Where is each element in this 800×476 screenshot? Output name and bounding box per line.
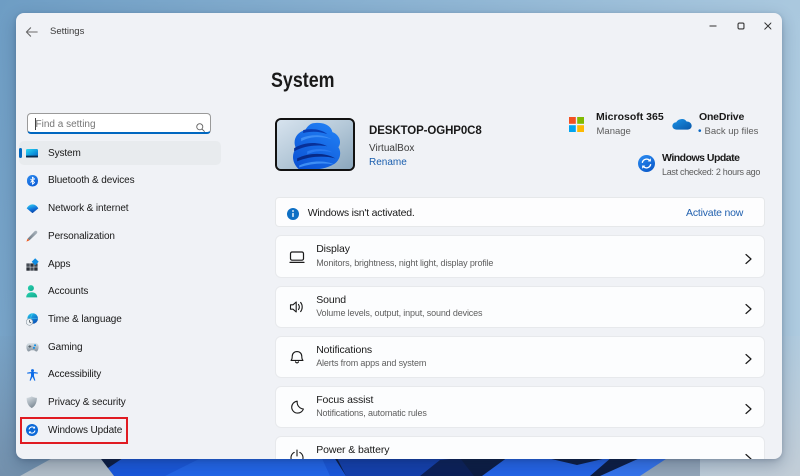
privacy-security-icon (26, 396, 39, 409)
settings-cards: Display Monitors, brightness, night light… (274, 235, 765, 459)
annotation-rectangle (20, 417, 128, 444)
minimize-button[interactable] (700, 13, 726, 39)
card-title: Sound (316, 293, 347, 306)
settings-card-sound[interactable]: Sound Volume levels, output, input, sound… (274, 285, 765, 328)
card-title: Focus assist (316, 393, 374, 406)
chevron-right-icon (745, 402, 752, 415)
chevron-right-icon (745, 301, 752, 314)
chevron-right-icon (745, 452, 752, 459)
info-icon (286, 207, 299, 220)
sidebar-item-label: Gaming (48, 341, 83, 353)
sidebar-item-label: Privacy & security (48, 396, 126, 408)
windows-update-tile-icon (637, 155, 655, 172)
device-model: VirtualBox (369, 142, 415, 154)
sidebar-item-label: Network & internet (48, 203, 129, 215)
personalization-icon (26, 230, 39, 243)
sound-icon (289, 299, 305, 315)
sidebar-item-accounts[interactable]: Accounts (19, 280, 221, 304)
card-title: Display (316, 243, 350, 256)
sidebar-nav: System Bluetooth & devices Network & inter… (18, 141, 221, 446)
window-controls (16, 13, 782, 43)
titlebar: Settings (16, 13, 782, 49)
microsoft-365-manage-link[interactable]: Manage (597, 126, 631, 137)
system-icon (26, 147, 39, 160)
settings-card-display[interactable]: Display Monitors, brightness, night light… (274, 235, 765, 278)
accessibility-icon (26, 368, 39, 381)
settings-window: Settings Find a setting System Bluetooth … (16, 13, 782, 459)
page-title: System (271, 69, 335, 92)
microsoft-365-title: Microsoft 365 (596, 110, 664, 123)
search-input[interactable]: Find a setting (26, 113, 211, 137)
sidebar-item-label: Apps (48, 258, 71, 270)
card-subtitle: Alerts from apps and system (316, 358, 427, 369)
apps-icon (25, 257, 39, 271)
banner-message: Windows isn't activated. (307, 207, 415, 219)
bullet-dot: • (698, 125, 702, 137)
focus-assist-icon (289, 399, 305, 415)
device-thumbnail (274, 117, 355, 171)
windows-update-last-checked: Last checked: 2 hours ago (662, 167, 761, 177)
gaming-icon (25, 341, 39, 354)
search-placeholder: Find a setting (35, 118, 96, 130)
accounts-icon (26, 285, 39, 298)
activate-now-link[interactable]: Activate now (686, 207, 743, 219)
bluetooth-icon (26, 174, 39, 187)
sidebar-item-label: Time & language (48, 313, 122, 325)
card-subtitle: Volume levels, output, input, sound devi… (316, 308, 483, 319)
sidebar-item-bluetooth-devices[interactable]: Bluetooth & devices (19, 169, 221, 193)
settings-card-power-battery[interactable]: Power & battery (274, 436, 765, 459)
sidebar-item-accessibility[interactable]: Accessibility (19, 363, 221, 387)
rename-link[interactable]: Rename (369, 157, 407, 168)
power-icon (289, 449, 305, 459)
chevron-right-icon (745, 251, 752, 264)
settings-card-notifications[interactable]: Notifications Alerts from apps and system (274, 335, 765, 379)
onedrive-title: OneDrive (699, 110, 745, 123)
onedrive-backup-link[interactable]: • Back up files (698, 126, 758, 137)
settings-card-focus-assist[interactable]: Focus assist Notifications, automatic rul… (274, 385, 765, 429)
card-subtitle: Notifications, automatic rules (316, 408, 427, 419)
activation-banner: Windows isn't activated. Activate now (274, 197, 766, 227)
microsoft-365-logo (569, 117, 584, 132)
sidebar-item-label: Accessibility (48, 369, 102, 381)
card-subtitle: Monitors, brightness, night light, displ… (316, 257, 494, 268)
selected-indicator (19, 148, 22, 159)
maximize-button[interactable] (728, 13, 754, 39)
card-title: Notifications (316, 343, 373, 356)
sidebar-item-label: System (48, 147, 81, 159)
chevron-right-icon (745, 351, 752, 365)
search-icon[interactable] (196, 119, 205, 137)
sidebar-item-apps[interactable]: Apps (19, 252, 221, 276)
sidebar-item-label: Bluetooth & devices (48, 175, 135, 187)
notifications-icon (289, 349, 305, 365)
sidebar-item-time-language[interactable]: Time & language (19, 307, 221, 331)
sidebar-item-label: Accounts (48, 286, 89, 298)
sidebar-item-system[interactable]: System (18, 141, 221, 166)
card-title: Power & battery (316, 444, 390, 457)
close-button[interactable] (755, 13, 781, 39)
onedrive-icon (672, 118, 692, 131)
windows-update-tile-title: Windows Update (662, 151, 740, 164)
sidebar-item-network-internet[interactable]: Network & internet (19, 197, 221, 221)
device-name: DESKTOP-OGHP0C8 (369, 125, 482, 137)
sidebar-item-personalization[interactable]: Personalization (19, 224, 221, 248)
time-language-icon (25, 313, 39, 326)
display-icon (289, 249, 305, 265)
sidebar-item-privacy-security[interactable]: Privacy & security (19, 390, 221, 414)
sidebar-item-label: Personalization (48, 230, 115, 242)
network-icon (26, 202, 39, 215)
sidebar-item-gaming[interactable]: Gaming (19, 335, 221, 359)
